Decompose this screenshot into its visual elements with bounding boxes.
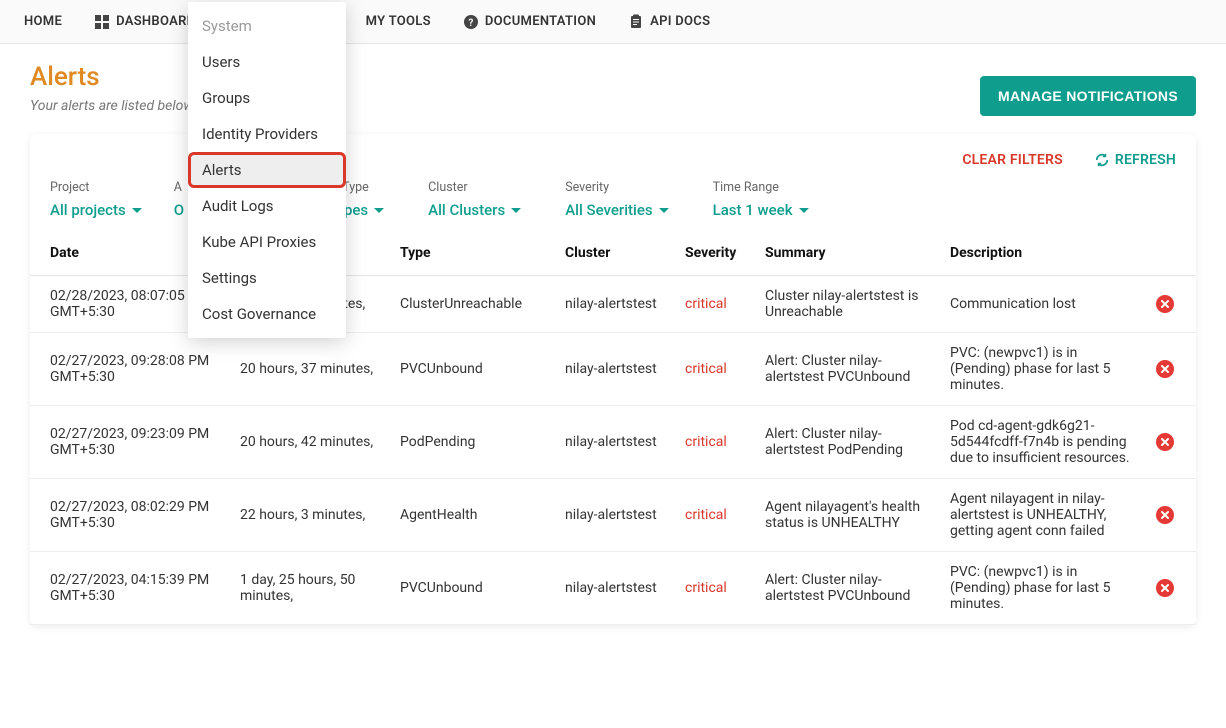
page-title: Alerts	[30, 62, 194, 92]
cell-type: AgentHealth	[390, 479, 555, 552]
dropdown-item-audit-logs[interactable]: Audit Logs	[188, 188, 346, 224]
cell-cluster: nilay-alertstest	[555, 406, 675, 479]
nav-mytools-label: MY TOOLS	[366, 14, 431, 29]
cell-type: ClusterUnreachable	[390, 276, 555, 333]
filter-cluster-value: All Clusters	[428, 201, 505, 219]
cell-description: Agent nilayagent in nilay-alertstest is …	[940, 479, 1146, 552]
chevron-down-icon	[511, 208, 521, 213]
cell-summary: Alert: Cluster nilay-alertstest PodPendi…	[755, 406, 940, 479]
help-icon: ?	[463, 14, 479, 30]
table-row: 02/27/2023, 09:23:09 PM GMT+5:3020 hours…	[30, 406, 1196, 479]
cell-description: PVC: (newpvc1) is in (Pending) phase for…	[940, 333, 1146, 406]
cell-summary: Alert: Cluster nilay-alertstest PVCUnbou…	[755, 552, 940, 625]
filter-severity-value: All Severities	[565, 201, 652, 219]
filter-cluster[interactable]: All Clusters	[428, 201, 521, 219]
refresh-icon	[1095, 153, 1109, 167]
dropdown-item-kube-api-proxies[interactable]: Kube API Proxies	[188, 224, 346, 260]
top-nav: HOME DASHBOARDS MY TOOLS ? DOCUMENTATION…	[0, 0, 1226, 44]
refresh-label: REFRESH	[1115, 152, 1176, 168]
cell-date: 02/27/2023, 08:02:29 PM GMT+5:30	[30, 479, 230, 552]
cell-age: 22 hours, 3 minutes,	[230, 479, 390, 552]
system-dropdown: SystemUsersGroupsIdentity ProvidersAlert…	[188, 2, 346, 338]
cell-age: 20 hours, 37 minutes,	[230, 333, 390, 406]
filter-alert-value: O	[174, 201, 184, 219]
nav-apidocs-label: API DOCS	[650, 14, 710, 29]
chevron-down-icon	[132, 208, 142, 213]
cell-type: PVCUnbound	[390, 552, 555, 625]
nav-documentation-label: DOCUMENTATION	[485, 14, 596, 29]
table-row: 02/27/2023, 09:28:08 PM GMT+5:3020 hours…	[30, 333, 1196, 406]
chevron-down-icon	[799, 208, 809, 213]
cell-date: 02/27/2023, 04:15:39 PM GMT+5:30	[30, 552, 230, 625]
col-type: Type	[390, 231, 555, 276]
cell-description: Pod cd-agent-gdk6g21-5d544fcdff-f7n4b is…	[940, 406, 1146, 479]
dropdown-item-system: System	[188, 8, 346, 44]
filter-project-label: Project	[50, 180, 142, 195]
cell-cluster: nilay-alertstest	[555, 333, 675, 406]
chevron-down-icon	[659, 208, 669, 213]
delete-alert-button[interactable]	[1156, 295, 1174, 313]
table-row: 02/27/2023, 04:15:39 PM GMT+5:301 day, 2…	[30, 552, 1196, 625]
cell-date: 02/27/2023, 09:28:08 PM GMT+5:30	[30, 333, 230, 406]
col-severity: Severity	[675, 231, 755, 276]
cell-cluster: nilay-alertstest	[555, 276, 675, 333]
delete-alert-button[interactable]	[1156, 506, 1174, 524]
cell-description: Communication lost	[940, 276, 1146, 333]
cell-severity: critical	[675, 479, 755, 552]
col-description: Description	[940, 231, 1146, 276]
nav-home[interactable]: HOME	[8, 0, 78, 43]
nav-documentation[interactable]: ? DOCUMENTATION	[447, 0, 612, 43]
cell-summary: Cluster nilay-alertstest is Unreachable	[755, 276, 940, 333]
filter-cluster-label: Cluster	[428, 180, 521, 195]
cell-age: 1 day, 25 hours, 50 minutes,	[230, 552, 390, 625]
cell-severity: critical	[675, 333, 755, 406]
nav-apidocs[interactable]: API DOCS	[612, 0, 726, 43]
filter-severity[interactable]: All Severities	[565, 201, 668, 219]
delete-alert-button[interactable]	[1156, 579, 1174, 597]
filter-severity-label: Severity	[565, 180, 668, 195]
nav-mytools[interactable]: MY TOOLS	[350, 0, 447, 43]
svg-text:?: ?	[468, 18, 473, 29]
filter-project-value: All projects	[50, 201, 126, 219]
cell-severity: critical	[675, 276, 755, 333]
delete-alert-button[interactable]	[1156, 360, 1174, 378]
cell-severity: critical	[675, 406, 755, 479]
filter-timerange-label: Time Range	[713, 180, 809, 195]
cell-cluster: nilay-alertstest	[555, 479, 675, 552]
dropdown-item-groups[interactable]: Groups	[188, 80, 346, 116]
cell-cluster: nilay-alertstest	[555, 552, 675, 625]
cell-date: 02/27/2023, 09:23:09 PM GMT+5:30	[30, 406, 230, 479]
filter-alert[interactable]: O	[174, 201, 184, 219]
refresh-link[interactable]: REFRESH	[1095, 152, 1176, 168]
chevron-down-icon	[374, 208, 384, 213]
filter-project[interactable]: All projects	[50, 201, 142, 219]
table-row: 02/27/2023, 08:02:29 PM GMT+5:3022 hours…	[30, 479, 1196, 552]
dropdown-item-cost-governance[interactable]: Cost Governance	[188, 296, 346, 332]
nav-home-label: HOME	[24, 14, 62, 29]
cell-summary: Agent nilayagent's health status is UNHE…	[755, 479, 940, 552]
cell-description: PVC: (newpvc1) is in (Pending) phase for…	[940, 552, 1146, 625]
cell-severity: critical	[675, 552, 755, 625]
dropdown-item-users[interactable]: Users	[188, 44, 346, 80]
filter-timerange[interactable]: Last 1 week	[713, 201, 809, 219]
filter-alert-label: A	[174, 180, 184, 195]
dropdown-item-alerts[interactable]: Alerts	[188, 152, 346, 188]
manage-notifications-button[interactable]: MANAGE NOTIFICATIONS	[980, 76, 1196, 116]
dropdown-item-identity-providers[interactable]: Identity Providers	[188, 116, 346, 152]
delete-alert-button[interactable]	[1156, 433, 1174, 451]
cell-type: PVCUnbound	[390, 333, 555, 406]
page-subtitle: Your alerts are listed below	[30, 98, 194, 114]
cell-type: PodPending	[390, 406, 555, 479]
cell-age: 20 hours, 42 minutes,	[230, 406, 390, 479]
col-cluster: Cluster	[555, 231, 675, 276]
cell-summary: Alert: Cluster nilay-alertstest PVCUnbou…	[755, 333, 940, 406]
clipboard-icon	[628, 14, 644, 30]
filter-timerange-value: Last 1 week	[713, 201, 793, 219]
col-summary: Summary	[755, 231, 940, 276]
clear-filters-link[interactable]: CLEAR FILTERS	[962, 152, 1063, 168]
dashboard-icon	[94, 14, 110, 30]
dropdown-item-settings[interactable]: Settings	[188, 260, 346, 296]
